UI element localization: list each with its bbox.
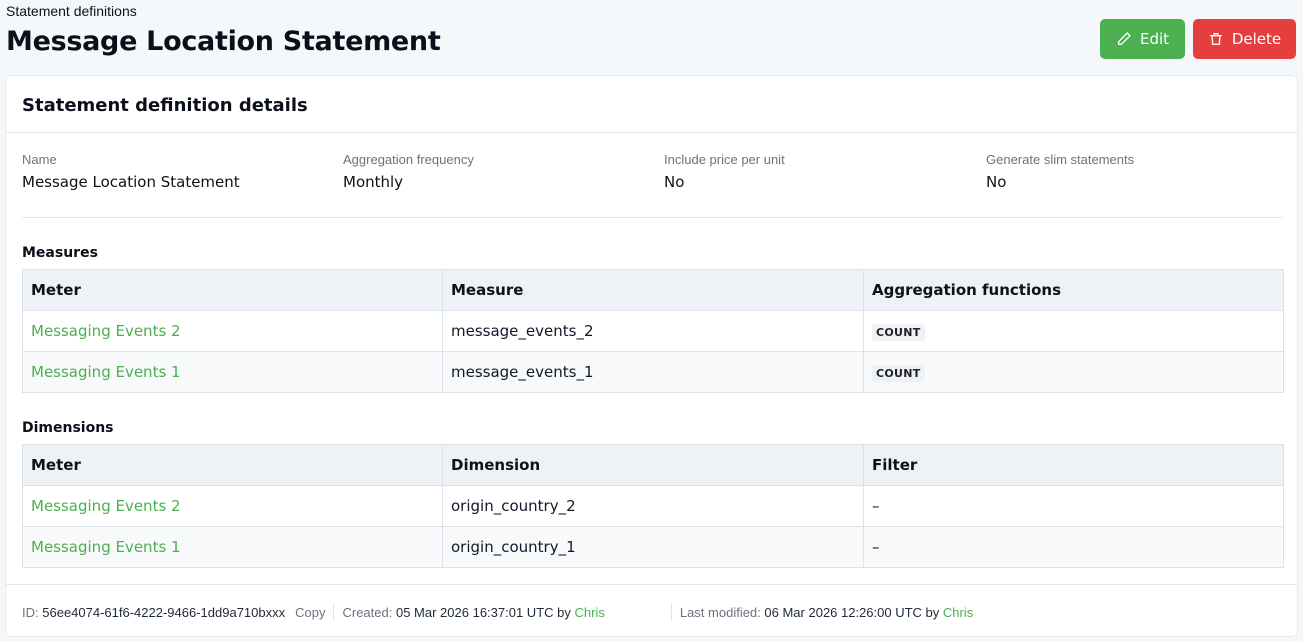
card-title: Statement definition details (22, 95, 308, 116)
page-title: Message Location Statement (6, 26, 441, 57)
meter-cell: Messaging Events 2 (22, 310, 443, 352)
field-include-price-per-unit: Include price per unit No (664, 152, 785, 191)
dimensions-table: Meter Dimension Filter Messaging Events … (22, 444, 1284, 568)
field-label: Include price per unit (664, 152, 785, 167)
measure-cell: message_events_1 (442, 351, 864, 393)
meter-link[interactable]: Messaging Events 2 (31, 497, 181, 515)
table-row: Messaging Events 1 message_events_1 COUN… (22, 351, 1284, 393)
modified-label: Last modified: (679, 604, 761, 620)
meter-cell: Messaging Events 1 (22, 526, 443, 568)
created-label: Created: (342, 604, 393, 620)
edit-button-label: Edit (1139, 30, 1170, 48)
field-value: No (986, 173, 1007, 191)
table-row: Messaging Events 2 origin_country_2 – (22, 485, 1284, 527)
field-label: Generate slim statements (986, 152, 1135, 167)
column-header-filter: Filter (863, 444, 1284, 486)
column-header-meter: Meter (22, 444, 443, 486)
separator (670, 603, 672, 621)
id-value: 56ee4074-61f6-4222-9466-1dd9a710bxxx (42, 604, 286, 620)
id-label: ID: (22, 604, 39, 620)
modified-value: 06 Mar 2026 12:26:00 UTC by (764, 604, 940, 620)
field-generate-slim-statements: Generate slim statements No (986, 152, 1134, 191)
meter-link[interactable]: Messaging Events 1 (31, 363, 181, 381)
meter-link[interactable]: Messaging Events 1 (31, 538, 181, 556)
column-header-measure: Measure (442, 269, 864, 311)
field-label: Aggregation frequency (343, 152, 474, 167)
created-by-link[interactable]: Chris (575, 605, 605, 620)
divider (22, 217, 1283, 218)
measure-cell: message_events_2 (442, 310, 864, 352)
field-value: Monthly (343, 173, 404, 191)
table-row: Messaging Events 1 origin_country_1 – (22, 526, 1284, 568)
column-header-dimension: Dimension (442, 444, 864, 486)
edit-button[interactable]: Edit (1100, 19, 1185, 59)
aggregation-cell: COUNT (863, 310, 1284, 352)
dimension-cell: origin_country_1 (442, 526, 864, 568)
field-name: Name Message Location Statement (22, 152, 240, 191)
dimensions-title: Dimensions (22, 420, 114, 436)
meter-cell: Messaging Events 1 (22, 351, 443, 393)
field-aggregation-frequency: Aggregation frequency Monthly (343, 152, 474, 191)
separator (333, 603, 335, 621)
metadata-footer: ID: 56ee4074-61f6-4222-9466-1dd9a710bxxx… (22, 603, 973, 621)
field-value: Message Location Statement (22, 173, 240, 191)
field-label: Name (22, 152, 57, 167)
created-value: 05 Mar 2026 16:37:01 UTC by (395, 604, 571, 620)
page-header: Statement definitions Message Location S… (0, 0, 1303, 72)
measures-title: Measures (22, 245, 98, 261)
dimension-cell: origin_country_2 (442, 485, 864, 527)
pencil-icon (1117, 32, 1131, 45)
copy-id-button[interactable]: Copy (295, 605, 325, 620)
breadcrumb-statement-definitions[interactable]: Statement definitions (6, 3, 137, 19)
delete-button[interactable]: Delete (1193, 19, 1296, 59)
aggregation-cell: COUNT (863, 351, 1284, 393)
aggregation-badge: COUNT (872, 364, 925, 382)
delete-button-label: Delete (1231, 30, 1282, 48)
column-header-meter: Meter (22, 269, 443, 311)
meter-link[interactable]: Messaging Events 2 (31, 322, 181, 340)
filter-cell: – (863, 526, 1284, 568)
divider (6, 132, 1297, 133)
table-row: Messaging Events 2 message_events_2 COUN… (22, 310, 1284, 352)
filter-cell: – (863, 485, 1284, 527)
aggregation-badge: COUNT (872, 323, 925, 341)
trash-icon (1209, 33, 1222, 45)
column-header-aggregation-functions: Aggregation functions (863, 269, 1284, 311)
divider (6, 584, 1297, 585)
field-value: No (664, 173, 685, 191)
statement-details-card: Statement definition details Name Messag… (5, 75, 1298, 637)
modified-by-link[interactable]: Chris (943, 605, 973, 620)
measures-table: Meter Measure Aggregation functions Mess… (22, 269, 1284, 393)
meter-cell: Messaging Events 2 (22, 485, 443, 527)
